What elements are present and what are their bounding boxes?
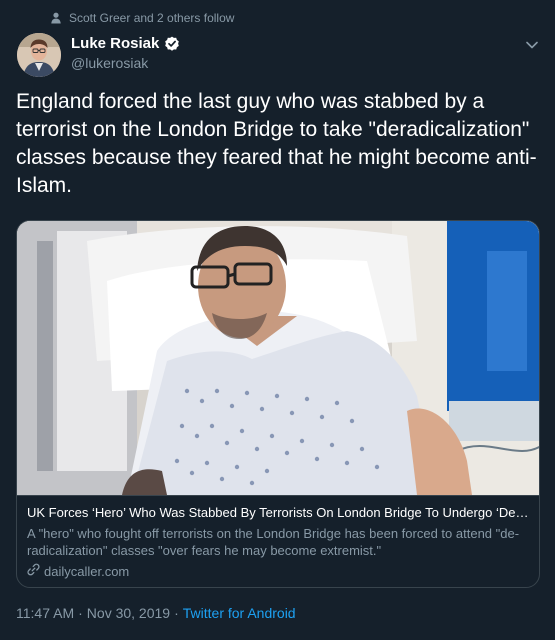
card-title[interactable]: UK Forces ‘Hero’ Who Was Stabbed By Terr… [27,504,529,521]
tweet-client-link[interactable]: Twitter for Android [183,605,296,621]
author-handle[interactable]: @lukerosiak [71,55,180,71]
card-image [17,221,539,495]
chevron-down-icon[interactable] [523,36,541,54]
tweet-text: England forced the last guy who was stab… [16,90,537,197]
person-icon [51,12,61,24]
link-icon [27,563,40,579]
author[interactable]: Luke Rosiak @lukerosiak [71,35,180,71]
avatar[interactable] [17,33,61,77]
tweet-time[interactable]: 11:47 AM [16,605,74,621]
card-domain-text: dailycaller.com [44,563,130,579]
tweet-meta: 11:47 AM · Nov 30, 2019 · Twitter for An… [16,605,296,621]
tweet[interactable]: Scott Greer and 2 others follow Luke Ros… [0,0,555,640]
card-domain[interactable]: dailycaller.com [27,563,529,579]
link-card[interactable]: UK Forces ‘Hero’ Who Was Stabbed By Terr… [16,220,540,588]
meta-separator: · [78,605,83,621]
card-description: A "hero" who fought off terrorists on th… [27,526,520,558]
tweet-date[interactable]: Nov 30, 2019 [87,605,170,621]
author-name[interactable]: Luke Rosiak [71,35,159,52]
verified-badge-icon [164,36,180,52]
meta-separator-2: · [174,605,179,621]
social-context-text: Scott Greer and 2 others follow [69,11,235,25]
card-body[interactable]: UK Forces ‘Hero’ Who Was Stabbed By Terr… [17,495,539,579]
social-context[interactable]: Scott Greer and 2 others follow [51,10,234,26]
